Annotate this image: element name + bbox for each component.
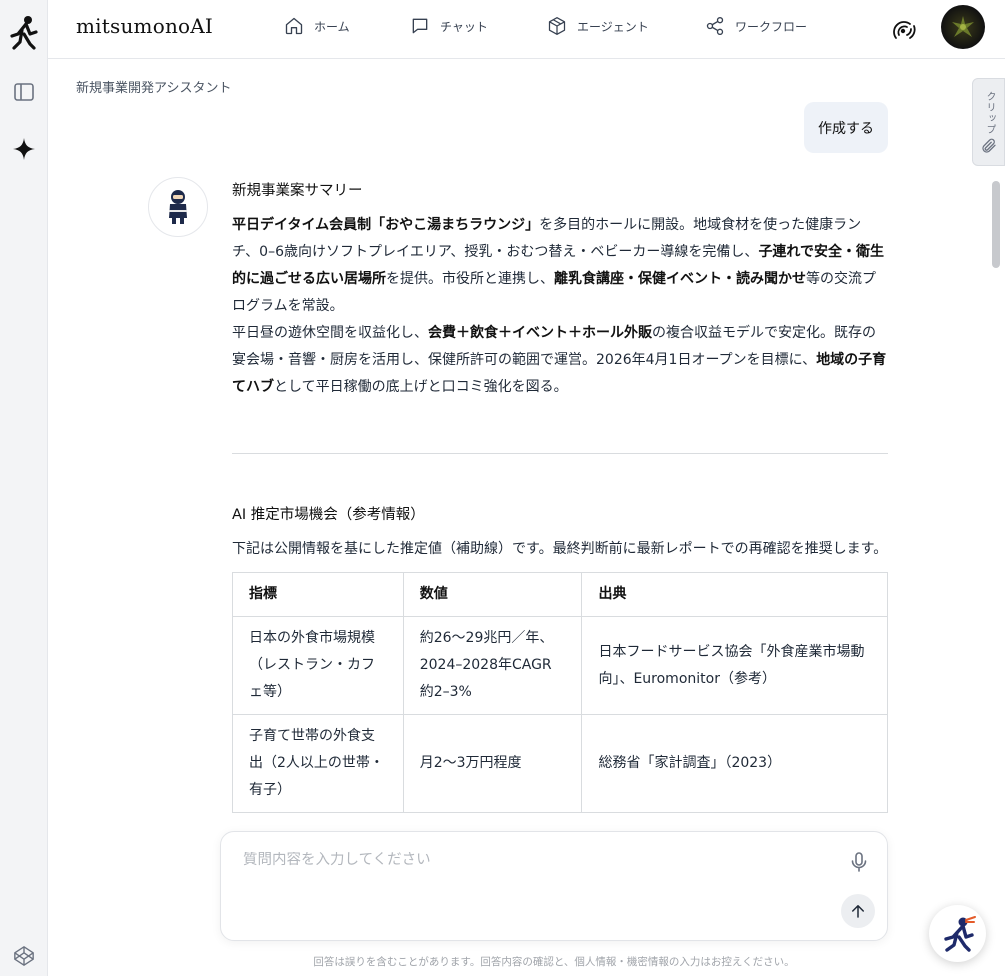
- disclaimer-text: 回答は誤りを含むことがあります。回答内容の確認と、個人情報・機密情報の入力はお控…: [313, 956, 795, 968]
- question-input[interactable]: [243, 852, 803, 868]
- codepen-icon[interactable]: [10, 942, 38, 970]
- microphone-icon[interactable]: [847, 850, 871, 874]
- left-rail: [0, 0, 48, 976]
- table-header: 数値: [402, 572, 583, 617]
- body-text: 平日昼の遊休空間を収益化し、: [232, 325, 428, 341]
- market-note: 下記は公開情報を基にした推定値（補助線）です。最終判断前に最新レポートでの再確認…: [232, 541, 888, 557]
- floating-assistant-button[interactable]: [929, 905, 986, 962]
- share-icon: [706, 17, 724, 35]
- paperclip-icon: [982, 138, 996, 153]
- brand-name[interactable]: mitsumonoAI: [76, 14, 213, 38]
- user-avatar[interactable]: [941, 5, 985, 49]
- market-title: AI 推定市場機会（参考情報）: [232, 507, 425, 523]
- table-row: 日本の外食市場規模（レストラン・カフェ等） 約26〜29兆円／年、2024–20…: [232, 616, 888, 715]
- clip-tab-label: クリップ: [984, 91, 995, 135]
- user-message: 作成する: [804, 102, 888, 153]
- section-divider: [232, 453, 888, 454]
- emphasis-text: 会費＋飲食＋イベント＋ホール外販: [428, 325, 652, 341]
- clip-tab[interactable]: クリップ: [972, 78, 1005, 166]
- sparkle-icon[interactable]: [10, 135, 38, 163]
- ninja-logo-icon[interactable]: [8, 14, 40, 50]
- arrow-up-icon: [852, 905, 864, 918]
- nav-chat[interactable]: チャット: [410, 16, 488, 36]
- table-header: 指標: [232, 572, 404, 617]
- nav-agent-label: エージェント: [577, 19, 649, 34]
- table-cell: 日本の外食市場規模（レストラン・カフェ等）: [232, 616, 404, 715]
- summary-title: 新規事業案サマリー: [232, 183, 363, 199]
- table-cell: 総務省「家計調査」（2023）: [581, 714, 888, 813]
- market-table: 指標 数値 出典 日本の外食市場規模（レストラン・カフェ等） 約26〜29兆円／…: [232, 572, 888, 813]
- assistant-name: 新規事業開発アシスタント: [76, 81, 232, 96]
- top-header: mitsumonoAI ホーム チャット エージェント ワークフロー: [48, 0, 1005, 59]
- chat-icon: [412, 18, 428, 34]
- ninja-runner-icon: [943, 915, 976, 952]
- nav-home-label: ホーム: [314, 19, 350, 34]
- table-cell: 子育て世帯の外食支出（2人以上の世帯・有子）: [232, 714, 404, 813]
- summary-paragraph-1: 平日デイタイム会員制「おやこ湯まちラウンジ」を多目的ホールに開設。地域食材を使っ…: [232, 212, 888, 320]
- table-row: 子育て世帯の外食支出（2人以上の世帯・有子） 月2〜3万円程度 総務省「家計調査…: [232, 714, 888, 813]
- emphasis-text: 離乳食講座・保健イベント・読み聞かせ: [554, 271, 806, 287]
- summary-paragraph-2: 平日昼の遊休空間を収益化し、会費＋飲食＋イベント＋ホール外販の複合収益モデルで安…: [232, 320, 888, 401]
- scrollbar-track[interactable]: [989, 180, 1001, 820]
- nav-chat-label: チャット: [440, 19, 488, 34]
- table-cell: 日本フードサービス協会「外食産業市場動向」、Euromonitor（参考）: [581, 616, 888, 715]
- scrollbar-thumb[interactable]: [992, 181, 1000, 268]
- ninja-avatar-icon: [169, 190, 187, 224]
- cube-icon: [548, 17, 566, 35]
- table-cell: 約26〜29兆円／年、2024–2028年CAGR約2–3%: [402, 616, 583, 715]
- table-header: 出典: [581, 572, 888, 617]
- chat-composer: [220, 831, 888, 941]
- nav-home[interactable]: ホーム: [284, 16, 350, 36]
- emphasis-text: 平日デイタイム会員制「おやこ湯まちラウンジ」: [232, 217, 540, 233]
- send-button[interactable]: [841, 894, 875, 928]
- nav-agent[interactable]: エージェント: [547, 16, 649, 36]
- broadcast-icon[interactable]: [892, 16, 918, 42]
- user-message-text: 作成する: [818, 120, 874, 137]
- body-text: を提供。市役所と連携し、: [386, 271, 554, 287]
- sidebar-toggle-icon[interactable]: [10, 78, 38, 106]
- nav-workflow[interactable]: ワークフロー: [705, 16, 807, 36]
- home-icon: [285, 17, 303, 35]
- table-cell: 月2〜3万円程度: [402, 714, 583, 813]
- table-header-row: 指標 数値 出典: [232, 572, 888, 617]
- assistant-avatar: [148, 177, 208, 237]
- nav-workflow-label: ワークフロー: [735, 19, 808, 34]
- body-text: として平日稼働の底上げと口コミ強化を図る。: [274, 379, 568, 395]
- assistant-response: 新規事業案サマリー 平日デイタイム会員制「おやこ湯まちラウンジ」を多目的ホールに…: [232, 178, 888, 823]
